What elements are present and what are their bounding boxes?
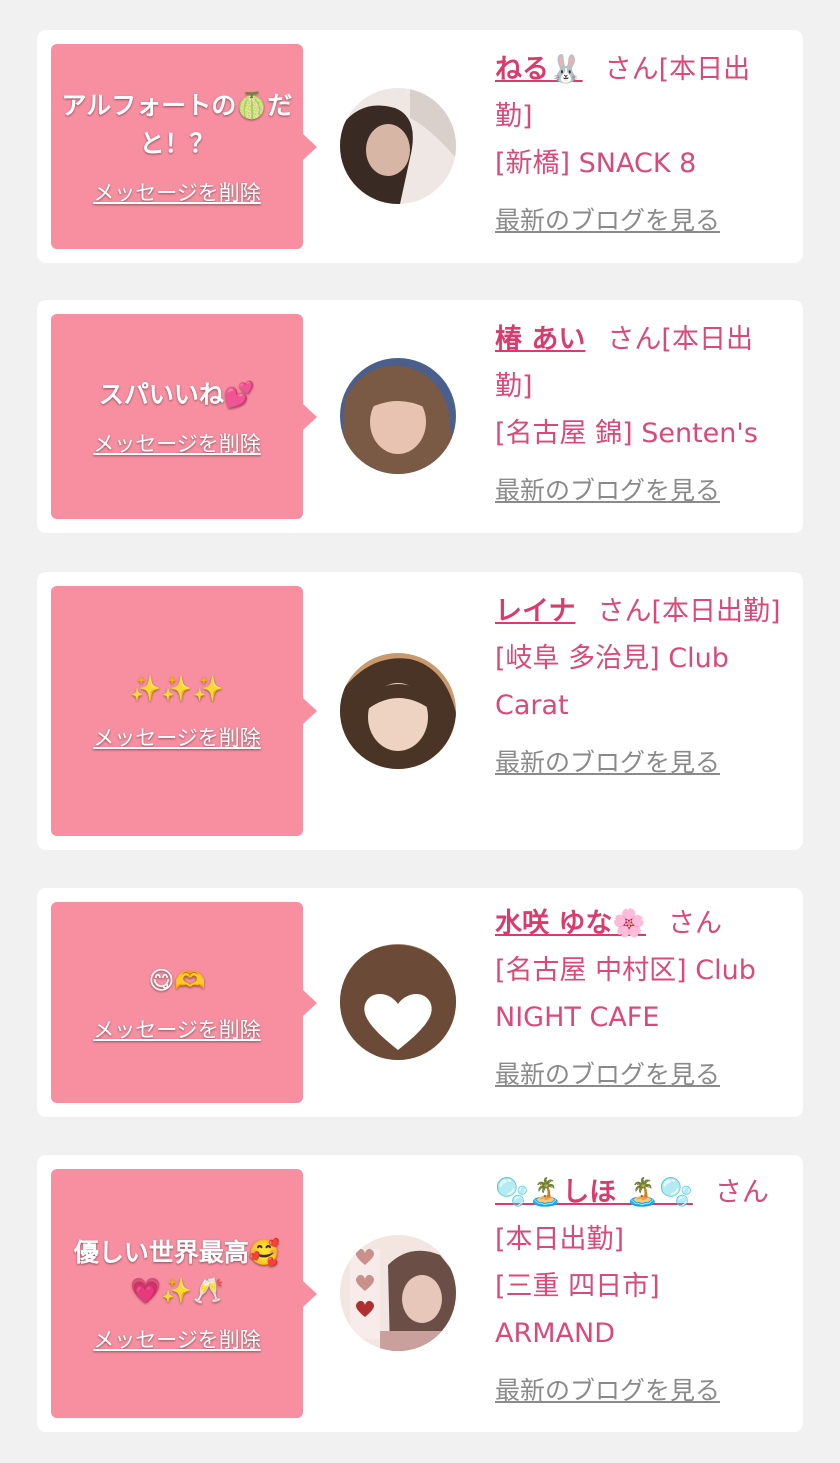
- avatar[interactable]: [340, 944, 456, 1060]
- latest-blog-link[interactable]: 最新のブログを見る: [495, 739, 720, 786]
- cast-status: さん[本日出勤]: [597, 596, 781, 627]
- message-card: スパいいね💕 メッセージを削除 椿 あい さん[本日出勤] [名古屋 錦] Sen…: [37, 300, 803, 533]
- store-name: [三重 四日市] ARMAND: [495, 1271, 660, 1349]
- message-card: ✨✨✨ メッセージを削除 レイナ さん[本日出勤] [岐阜 多治見] Club C…: [37, 572, 803, 850]
- avatar-photo-icon: [340, 653, 456, 769]
- cast-info: ねる🐰 さん[本日出勤] [新橋] SNACK 8 最新のブログを見る: [495, 46, 785, 244]
- store-name: [名古屋 中村区] Club NIGHT CAFE: [495, 955, 756, 1033]
- avatar[interactable]: [340, 358, 456, 474]
- store-name: [名古屋 錦] Senten's: [495, 418, 758, 449]
- avatar[interactable]: [340, 653, 456, 769]
- latest-blog-link[interactable]: 最新のブログを見る: [495, 197, 720, 244]
- message-text: アルフォートの🍈だと！？: [61, 90, 293, 158]
- store-name: [新橋] SNACK 8: [495, 148, 697, 179]
- avatar-photo-icon: [340, 944, 456, 1060]
- message-text: 😋🫶: [148, 965, 206, 995]
- delete-message-link[interactable]: メッセージを削除: [93, 177, 261, 207]
- delete-message-link[interactable]: メッセージを削除: [93, 1324, 261, 1354]
- cast-status: さん: [668, 908, 723, 939]
- delete-message-link[interactable]: メッセージを削除: [93, 1014, 261, 1044]
- avatar[interactable]: [340, 88, 456, 204]
- message-text: 優しい世界最高🥰💗✨🥂: [73, 1237, 281, 1305]
- message-bubble: アルフォートの🍈だと！？ メッセージを削除: [51, 44, 317, 249]
- message-text: ✨✨✨: [130, 674, 224, 703]
- latest-blog-link[interactable]: 最新のブログを見る: [495, 467, 720, 514]
- message-bubble: 優しい世界最高🥰💗✨🥂 メッセージを削除: [51, 1169, 317, 1418]
- cast-info: 🫧🏝️しほ 🏝️🫧 さん[本日出勤] [三重 四日市] ARMAND 最新のブログ…: [495, 1169, 785, 1414]
- cast-info: レイナ さん[本日出勤] [岐阜 多治見] Club Carat 最新のブログを見…: [495, 588, 785, 786]
- cast-name-link[interactable]: 椿 あい: [495, 324, 585, 355]
- cast-info: 水咲 ゆな🌸 さん [名古屋 中村区] Club NIGHT CAFE 最新のブロ…: [495, 900, 785, 1098]
- message-bubble: ✨✨✨ メッセージを削除: [51, 586, 317, 836]
- cast-name-link[interactable]: ねる🐰: [495, 54, 583, 85]
- latest-blog-link[interactable]: 最新のブログを見る: [495, 1051, 720, 1098]
- avatar-photo-icon: [340, 358, 456, 474]
- latest-blog-link[interactable]: 最新のブログを見る: [495, 1367, 720, 1414]
- cast-info: 椿 あい さん[本日出勤] [名古屋 錦] Senten's 最新のブログを見る: [495, 316, 785, 514]
- message-card: 優しい世界最高🥰💗✨🥂 メッセージを削除 🫧🏝️しほ 🏝️🫧 さん[本日出勤] […: [37, 1155, 803, 1432]
- cast-name-link[interactable]: 🫧🏝️しほ 🏝️🫧: [495, 1177, 693, 1208]
- delete-message-link[interactable]: メッセージを削除: [93, 722, 261, 752]
- store-name: [岐阜 多治見] Club Carat: [495, 643, 729, 721]
- avatar-photo-icon: [340, 88, 456, 204]
- cast-name-link[interactable]: 水咲 ゆな🌸: [495, 908, 646, 939]
- message-bubble: 😋🫶 メッセージを削除: [51, 902, 317, 1103]
- message-bubble: スパいいね💕 メッセージを削除: [51, 314, 317, 519]
- cast-name-link[interactable]: レイナ: [495, 596, 575, 627]
- message-card: アルフォートの🍈だと！？ メッセージを削除 ねる🐰 さん[本日出勤] [新橋] S…: [37, 30, 803, 263]
- avatar-photo-icon: [340, 1235, 456, 1351]
- delete-message-link[interactable]: メッセージを削除: [93, 428, 261, 458]
- message-text: スパいいね💕: [98, 379, 256, 409]
- message-card: 😋🫶 メッセージを削除 水咲 ゆな🌸 さん [名古屋 中村区] Club NIGH…: [37, 888, 803, 1117]
- avatar[interactable]: [340, 1235, 456, 1351]
